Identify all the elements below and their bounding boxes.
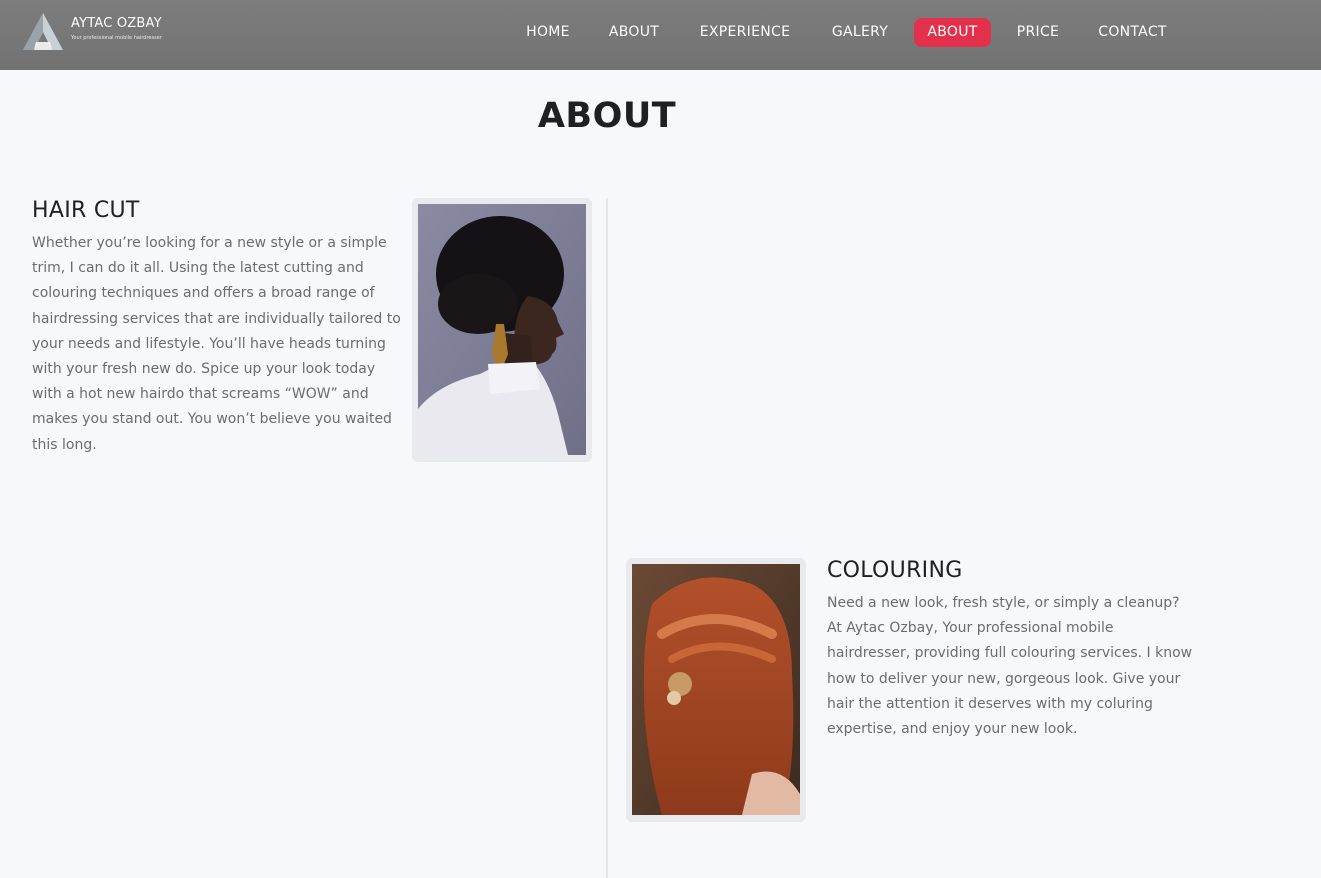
site-header: AYTAC OZBAY Your professional mobile hai… (0, 0, 1321, 70)
nav-price[interactable]: PRICE (1014, 18, 1062, 47)
nav-home[interactable]: HOME (523, 18, 573, 47)
section-text-colouring: Need a new look, fresh style, or simply … (827, 595, 1193, 738)
section-title-haircut: HAIR CUT (32, 198, 140, 223)
nav-about-active[interactable]: ABOUT (914, 18, 991, 47)
nav-experience[interactable]: EXPERIENCE (695, 18, 795, 47)
logo-icon (23, 13, 63, 50)
timeline-divider (606, 198, 608, 878)
nav-galery[interactable]: GALERY (828, 18, 892, 47)
section-text-haircut: Whether you’re looking for a new style o… (32, 235, 401, 453)
colouring-photo (626, 558, 806, 822)
red-braided-hair-image (632, 564, 800, 815)
haircut-photo (412, 198, 592, 462)
section-title-colouring: COLOURING (827, 558, 963, 583)
brand-tagline: Your professional mobile hairdresser (71, 35, 162, 41)
woman-profile-afro-image (418, 204, 586, 455)
brand-logo[interactable]: AYTAC OZBAY Your professional mobile hai… (22, 12, 172, 52)
brand-name: AYTAC OZBAY (71, 16, 162, 31)
page-title: ABOUT (537, 96, 677, 136)
nav-contact[interactable]: CONTACT (1095, 18, 1170, 47)
nav-about[interactable]: ABOUT (605, 18, 663, 47)
